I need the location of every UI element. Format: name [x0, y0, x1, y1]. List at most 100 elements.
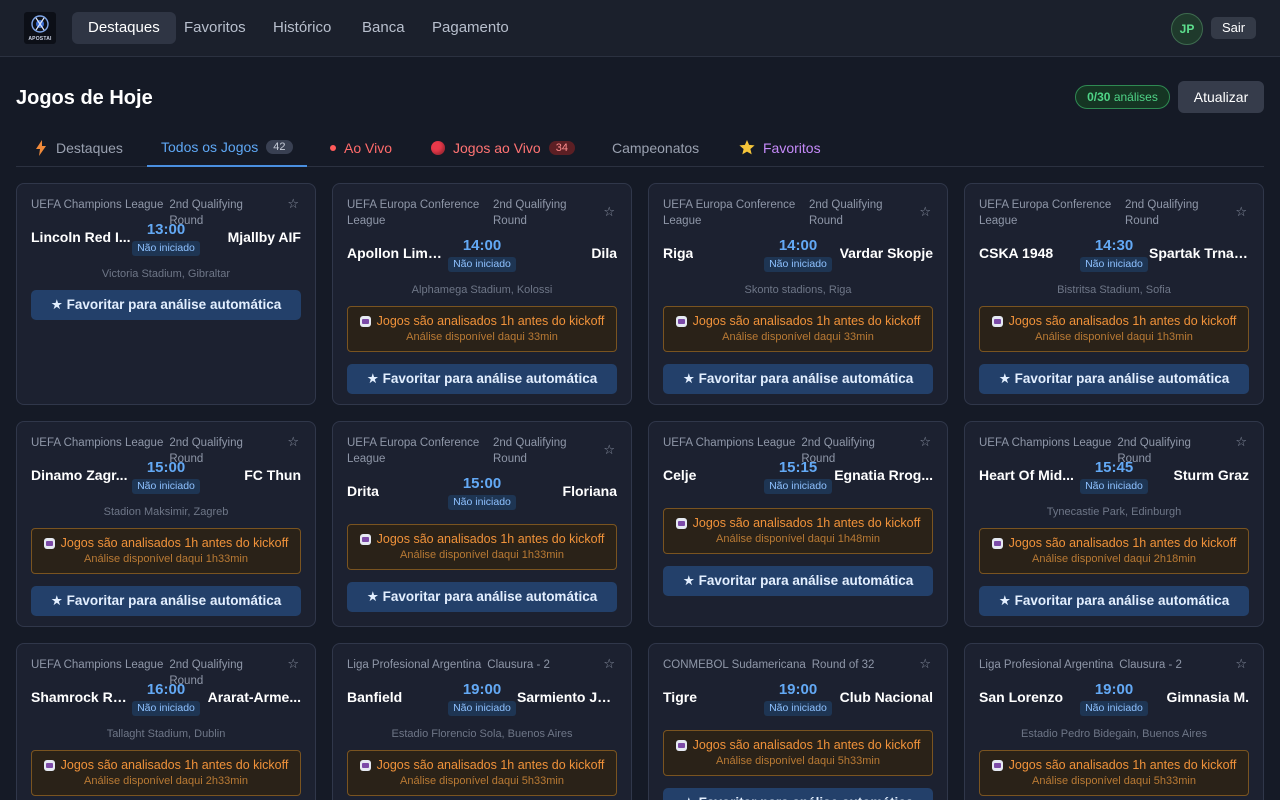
league-name: UEFA Europa Conference League [347, 437, 480, 465]
favorite-star-icon[interactable]: ☆ [919, 434, 931, 450]
notice-subtitle: Análise disponível daqui 1h33min [400, 549, 564, 561]
tab-favoritos[interactable]: Favoritos [725, 128, 835, 167]
user-avatar[interactable]: JP [1171, 13, 1203, 45]
analysis-notice: Jogos são analisados 1h antes do kickoff… [979, 306, 1249, 352]
analysis-notice: Jogos são analisados 1h antes do kickoff… [979, 750, 1249, 796]
favorite-star-icon[interactable]: ☆ [919, 204, 931, 220]
round-name: 2nd Qualifying Round [809, 199, 883, 227]
kickoff-time: 15:00 [146, 459, 186, 476]
kickoff-time: 19:00 [462, 681, 502, 698]
favorite-analysis-button[interactable]: ★ Favoritar para análise automática [663, 566, 933, 596]
match-card[interactable]: CONMEBOL Sudamericana Round of 32 ☆ Tigr… [648, 643, 948, 800]
match-card[interactable]: Liga Profesional Argentina Clausura - 2 … [964, 643, 1264, 800]
tab-campeonatos[interactable]: Campeonatos [598, 128, 713, 167]
logo-emblem-icon [31, 15, 49, 33]
favorite-star-icon[interactable]: ☆ [287, 434, 299, 450]
tab-label: Favoritos [763, 139, 821, 156]
home-team: San Lorenzo [979, 689, 1064, 705]
tab-destaques[interactable]: Destaques [20, 128, 137, 167]
notice-title: Jogos são analisados 1h antes do kickoff [376, 532, 605, 546]
away-team: Mjallby AIF [227, 229, 301, 245]
favorite-star-icon[interactable]: ☆ [919, 656, 931, 672]
match-card[interactable]: UEFA Champions League 2nd Qualifying Rou… [16, 183, 316, 405]
match-card[interactable]: UEFA Champions League 2nd Qualifying Rou… [16, 421, 316, 627]
kickoff-info: 15:00 Não iniciado [126, 459, 206, 494]
notice-title: Jogos são analisados 1h antes do kickoff [1008, 758, 1237, 772]
favorite-star-icon[interactable]: ☆ [287, 196, 299, 212]
match-card[interactable]: UEFA Champions League 2nd Qualifying Rou… [648, 421, 948, 627]
match-row: Tigre 19:00 Não iniciado Club Nacional [663, 681, 933, 716]
match-row: Shamrock Ro... 16:00 Não iniciado Ararat… [31, 681, 301, 716]
nav-banca[interactable]: Banca [346, 12, 421, 44]
favorite-analysis-button[interactable]: ★ Favoritar para análise automática [347, 582, 617, 612]
match-row: San Lorenzo 19:00 Não iniciado Gimnasia … [979, 681, 1249, 716]
favorite-analysis-button[interactable]: ★ Favoritar para análise automática [979, 586, 1249, 616]
match-card[interactable]: UEFA Champions League 2nd Qualifying Rou… [16, 643, 316, 800]
match-card[interactable]: UEFA Europa Conference League 2nd Qualif… [648, 183, 948, 405]
notice-title: Jogos são analisados 1h antes do kickoff [1008, 314, 1237, 328]
notice-title: Jogos são analisados 1h antes do kickoff [1008, 536, 1237, 550]
status-badge: Não iniciado [764, 479, 832, 494]
tab-ao-vivo[interactable]: Ao Vivo [316, 128, 406, 167]
notice-title: Jogos são analisados 1h antes do kickoff [60, 758, 289, 772]
analysis-lock-icon [991, 537, 1003, 549]
round-name: 2nd Qualifying Round [493, 199, 567, 227]
favorite-star-icon[interactable]: ☆ [287, 656, 299, 672]
notice-title: Jogos são analisados 1h antes do kickoff [376, 758, 605, 772]
count-badge: 42 [266, 139, 293, 154]
favorite-star-icon[interactable]: ☆ [1235, 656, 1247, 672]
match-card[interactable]: UEFA Europa Conference League 2nd Qualif… [332, 421, 632, 627]
favorite-analysis-button[interactable]: ★ Favoritar para análise automática [663, 364, 933, 394]
notice-title: Jogos são analisados 1h antes do kickoff [376, 314, 605, 328]
kickoff-info: 19:00 Não iniciado [1074, 681, 1154, 716]
away-team: Dila [591, 245, 617, 261]
kickoff-time: 19:00 [778, 681, 818, 698]
notice-subtitle: Análise disponível daqui 33min [722, 331, 874, 343]
analysis-notice: Jogos são analisados 1h antes do kickoff… [347, 524, 617, 570]
nav-favoritos[interactable]: Favoritos [168, 12, 262, 44]
league-info: UEFA Europa Conference League 2nd Qualif… [663, 197, 907, 229]
analysis-quota-badge: 0/30 análises [1075, 85, 1170, 109]
nav-destaques[interactable]: Destaques [72, 12, 176, 44]
favorite-analysis-button[interactable]: ★ Favoritar para análise automática [979, 364, 1249, 394]
favorite-star-icon[interactable]: ☆ [603, 442, 615, 458]
kickoff-time: 19:00 [1094, 681, 1134, 698]
match-card[interactable]: UEFA Europa Conference League 2nd Qualif… [964, 183, 1264, 405]
league-info: UEFA Europa Conference League 2nd Qualif… [347, 197, 591, 229]
refresh-button[interactable]: Atualizar [1178, 81, 1264, 113]
analysis-notice: Jogos são analisados 1h antes do kickoff… [31, 528, 301, 574]
favorite-star-icon[interactable]: ☆ [1235, 204, 1247, 220]
league-name: CONMEBOL Sudamericana [663, 659, 806, 671]
match-row: Heart Of Mid... 15:45 Não iniciado Sturm… [979, 459, 1249, 494]
match-row: Riga 14:00 Não iniciado Vardar Skopje [663, 237, 933, 272]
favorite-analysis-button[interactable]: ★ Favoritar para análise automática [31, 586, 301, 616]
favorite-analysis-button[interactable]: ★ Favoritar para análise automática [663, 788, 933, 800]
match-row: Celje 15:15 Não iniciado Egnatia Rrog... [663, 459, 933, 494]
nav-pagamento[interactable]: Pagamento [416, 12, 525, 44]
kickoff-time: 14:30 [1094, 237, 1134, 254]
away-team: Ararat-Arme... [207, 689, 301, 705]
match-card[interactable]: UEFA Europa Conference League 2nd Qualif… [332, 183, 632, 405]
kickoff-info: 16:00 Não iniciado [126, 681, 206, 716]
notice-title: Jogos são analisados 1h antes do kickoff [692, 738, 921, 752]
tab-todos-os-jogos[interactable]: Todos os Jogos 42 [147, 128, 307, 167]
notice-title: Jogos são analisados 1h antes do kickoff [60, 536, 289, 550]
favorite-star-icon[interactable]: ☆ [603, 204, 615, 220]
match-card[interactable]: Liga Profesional Argentina Clausura - 2 … [332, 643, 632, 800]
match-card[interactable]: UEFA Champions League 2nd Qualifying Rou… [964, 421, 1264, 627]
favorite-analysis-button[interactable]: ★ Favoritar para análise automática [347, 364, 617, 394]
match-row: Apollon Lima... 14:00 Não iniciado Dila [347, 237, 617, 272]
nav-historico[interactable]: Histórico [257, 12, 347, 44]
app-logo[interactable]: APOSTAI [24, 12, 56, 44]
favorite-analysis-button[interactable]: ★ Favoritar para análise automática [31, 290, 301, 320]
live-dot-icon [330, 144, 336, 151]
league-name: UEFA Europa Conference League [347, 199, 480, 227]
home-team: Celje [663, 467, 697, 483]
status-badge: Não iniciado [132, 479, 200, 494]
logout-button[interactable]: Sair [1211, 17, 1256, 39]
kickoff-time: 14:00 [462, 237, 502, 254]
favorite-star-icon[interactable]: ☆ [1235, 434, 1247, 450]
tab-jogos-ao-vivo[interactable]: Jogos ao Vivo 34 [417, 128, 589, 167]
favorite-star-icon[interactable]: ☆ [603, 656, 615, 672]
analysis-lock-icon [359, 533, 371, 545]
